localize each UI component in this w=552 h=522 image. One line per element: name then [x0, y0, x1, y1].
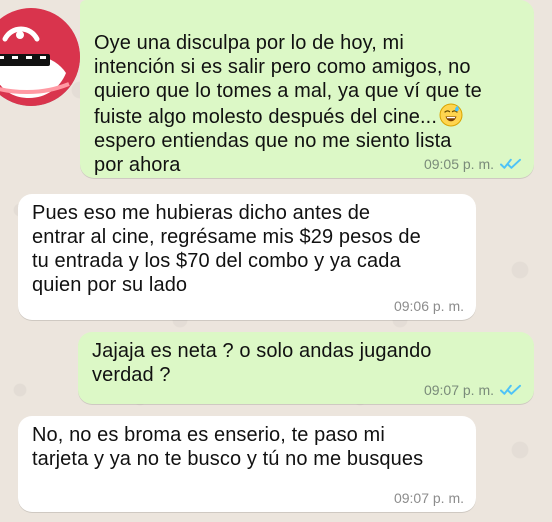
message-meta: 09:07 p. m.: [394, 491, 464, 505]
double-check-icon: [500, 384, 521, 395]
message-bubble-incoming-2[interactable]: No, no es broma es enserio, te paso mi t…: [18, 416, 476, 512]
message-time: 09:06 p. m.: [393, 298, 464, 314]
message-text: Oye una disculpa por lo de hoy, mi inten…: [94, 32, 482, 176]
message-time: 09:07 p. m.: [423, 382, 494, 398]
message-time: 09:05 p. m.: [423, 156, 494, 172]
message-text: No, no es broma es enserio, te paso mi t…: [32, 424, 424, 470]
double-check-icon: [500, 158, 521, 169]
message-meta: 09:05 p. m.: [424, 157, 522, 171]
sweat-smile-emoji-icon: [439, 103, 463, 127]
message-bubble-incoming-1[interactable]: Pues eso me hubieras dicho antes de entr…: [18, 194, 476, 320]
message-bubble-outgoing-2[interactable]: Jajaja es neta ? o solo andas jugando ve…: [78, 332, 534, 404]
message-meta: 09:06 p. m.: [394, 299, 464, 313]
message-text: Pues eso me hubieras dicho antes de entr…: [32, 202, 421, 296]
message-bubble-outgoing-1[interactable]: Oye una disculpa por lo de hoy, mi inten…: [80, 0, 534, 178]
message-meta: 09:07 p. m.: [424, 383, 522, 397]
message-time: 09:07 p. m.: [393, 490, 464, 506]
message-text: Jajaja es neta ? o solo andas jugando ve…: [92, 340, 432, 386]
